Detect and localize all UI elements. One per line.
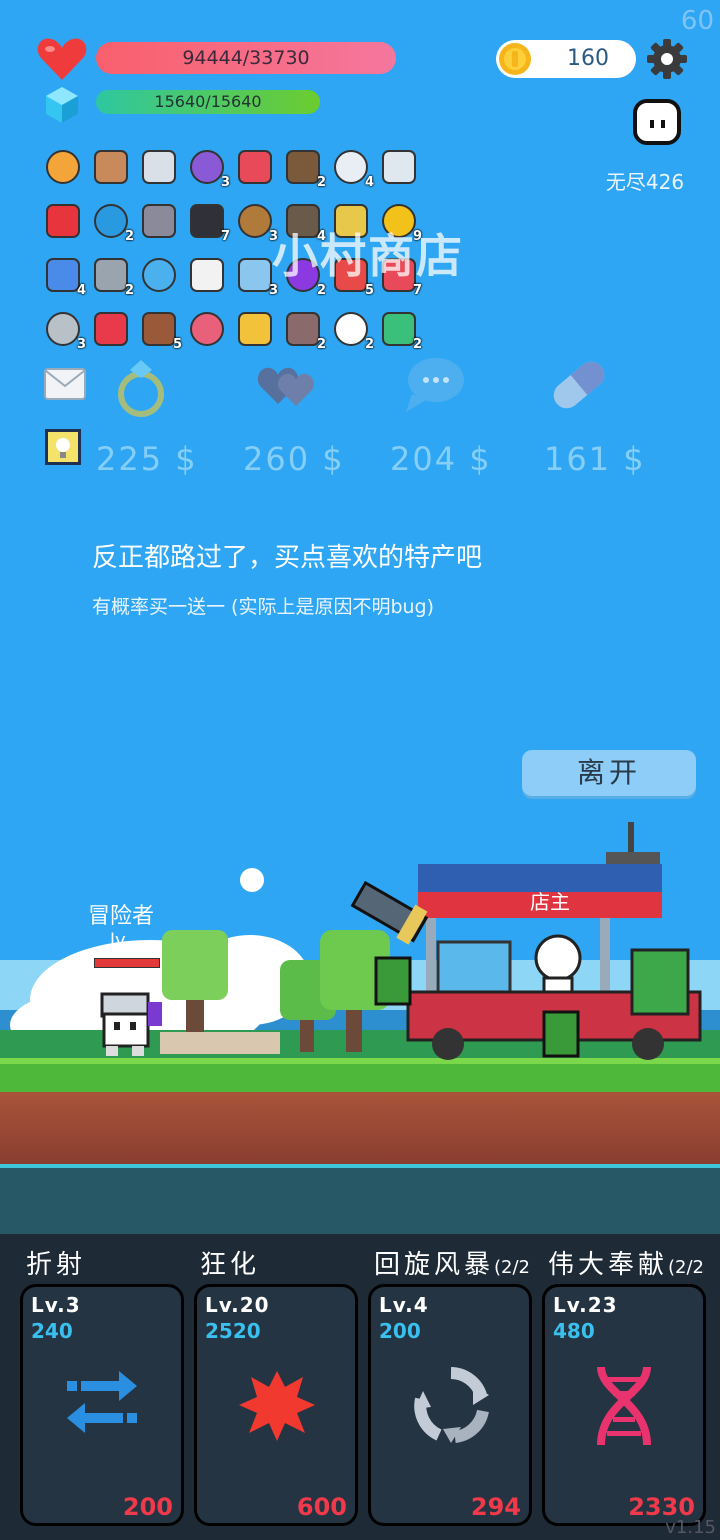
bow-icon[interactable]: 3	[236, 202, 278, 244]
tombstone-icon[interactable]: 2	[284, 310, 326, 352]
splat-icon	[239, 1371, 315, 1441]
strawberry-icon[interactable]	[44, 202, 82, 240]
skill-level: Lv.23	[553, 1293, 618, 1317]
version-label: v1.15	[665, 1517, 716, 1538]
hp-text: 94444/33730	[182, 47, 310, 69]
skill-level: Lv.20	[205, 1293, 270, 1317]
mail-icon[interactable]	[44, 368, 86, 400]
hero-health-bar	[94, 958, 160, 968]
cupcake-icon[interactable]: 5	[140, 310, 182, 352]
watermelon-icon[interactable]	[236, 148, 274, 186]
sword-icon[interactable]	[140, 148, 178, 186]
skill-cost: 294	[470, 1493, 521, 1521]
gear-icon[interactable]	[646, 38, 688, 80]
item-count-badge: 3	[76, 337, 86, 352]
cycle-icon	[414, 1367, 489, 1443]
skill-card-refract[interactable]: Lv.3 240 200	[20, 1284, 184, 1526]
shield-icon[interactable]	[92, 148, 130, 186]
skill-power: 2520	[205, 1319, 261, 1343]
skill-card-whirlwind[interactable]: Lv.4 200 294	[368, 1284, 532, 1526]
lightbulb-frame-icon[interactable]	[44, 428, 82, 466]
speech-bubble-icon[interactable]	[402, 354, 466, 414]
item-count-badge: 2	[316, 175, 326, 190]
skill-name: 折射	[26, 1250, 87, 1280]
axe-icon[interactable]: 3	[44, 310, 86, 352]
cauldron-icon[interactable]: 7	[188, 202, 230, 244]
item-count-badge: 3	[220, 175, 230, 190]
product-price: 260 $	[243, 440, 345, 478]
leave-button[interactable]: 离开	[522, 750, 696, 796]
ghost-icon[interactable]: 2	[332, 310, 374, 352]
skill-level: Lv.3	[31, 1293, 81, 1317]
hook-icon[interactable]: 4	[44, 256, 86, 298]
item-count-badge: 2	[124, 283, 134, 298]
coin-icon	[499, 43, 531, 75]
item-count-badge: 2	[124, 229, 134, 244]
item-count-badge: 4	[364, 175, 374, 190]
hero-level: lv	[110, 930, 126, 951]
mana-text: 15640/15640	[154, 92, 262, 111]
dice-icon[interactable]	[188, 256, 226, 294]
viking-helmet-icon[interactable]	[140, 202, 178, 240]
skill-card-devotion[interactable]: Lv.23 480 2330	[542, 1284, 706, 1526]
item-count-badge: 2	[316, 337, 326, 352]
skill-cost: 600	[296, 1493, 347, 1521]
magic-wand-icon[interactable]	[236, 310, 274, 348]
product-price: 161 $	[544, 440, 646, 478]
dirt-layer	[0, 1092, 720, 1164]
product-price: 225 $	[96, 440, 198, 478]
item-count-badge: 5	[172, 337, 182, 352]
skill-name: 伟大奉献(2/2	[548, 1250, 705, 1280]
bulb-plant-icon[interactable]: 2	[380, 310, 422, 352]
fps-counter: 60	[680, 6, 714, 36]
skill-name: 狂化	[200, 1250, 261, 1280]
pill-icon[interactable]	[546, 352, 612, 418]
book-icon[interactable]	[44, 148, 82, 186]
skill-power: 480	[553, 1319, 595, 1343]
shop-message: 反正都路过了，买点喜欢的特产吧	[92, 543, 483, 573]
shop-owner-label: 店主	[530, 890, 570, 914]
ghost-mode-icon[interactable]	[632, 98, 682, 146]
hero-name: 冒险者	[88, 904, 155, 929]
water-strip	[0, 1164, 720, 1238]
skill-cost: 200	[122, 1493, 173, 1521]
mana-crystal-icon	[46, 87, 78, 123]
jam-jar-icon[interactable]	[188, 310, 226, 348]
coconut-icon[interactable]: 2	[284, 148, 326, 190]
ring-icon[interactable]	[112, 356, 170, 420]
bomb-icon[interactable]: 3	[236, 256, 278, 298]
gem-icon[interactable]: 2	[92, 202, 134, 244]
swap-arrows-icon	[67, 1371, 137, 1433]
coin-count: 160	[567, 46, 609, 71]
skill-power: 200	[379, 1319, 421, 1343]
skill-name: 回旋风暴(2/2	[374, 1250, 531, 1280]
shop-title: 小村商店	[272, 229, 464, 283]
chest-icon[interactable]: 3	[188, 148, 230, 190]
item-count-badge: 2	[412, 337, 422, 352]
refresh-icon[interactable]	[380, 148, 418, 186]
endless-mode-label: 无尽426	[605, 170, 685, 194]
shop-submessage: 有概率买一送一 (实际上是原因不明bug)	[92, 596, 435, 618]
heart-icon	[37, 38, 87, 80]
item-count-badge: 2	[364, 337, 374, 352]
skill-level: Lv.4	[379, 1293, 429, 1317]
item-count-badge: 4	[76, 283, 86, 298]
hearts-icon[interactable]	[256, 360, 318, 410]
shop-cart[interactable]	[348, 822, 708, 1062]
speech-bubble-icon[interactable]	[140, 256, 178, 294]
hero-knight-icon[interactable]	[96, 988, 166, 1058]
dna-icon	[597, 1366, 651, 1446]
mace-icon[interactable]: 2	[92, 256, 134, 298]
item-count-badge: 7	[220, 229, 230, 244]
skill-power: 240	[31, 1319, 73, 1343]
product-price: 204 $	[390, 440, 492, 478]
hearts-icon[interactable]	[92, 310, 130, 348]
skill-card-berserk[interactable]: Lv.20 2520 600	[194, 1284, 358, 1526]
lightbulb-icon[interactable]: 4	[332, 148, 374, 190]
